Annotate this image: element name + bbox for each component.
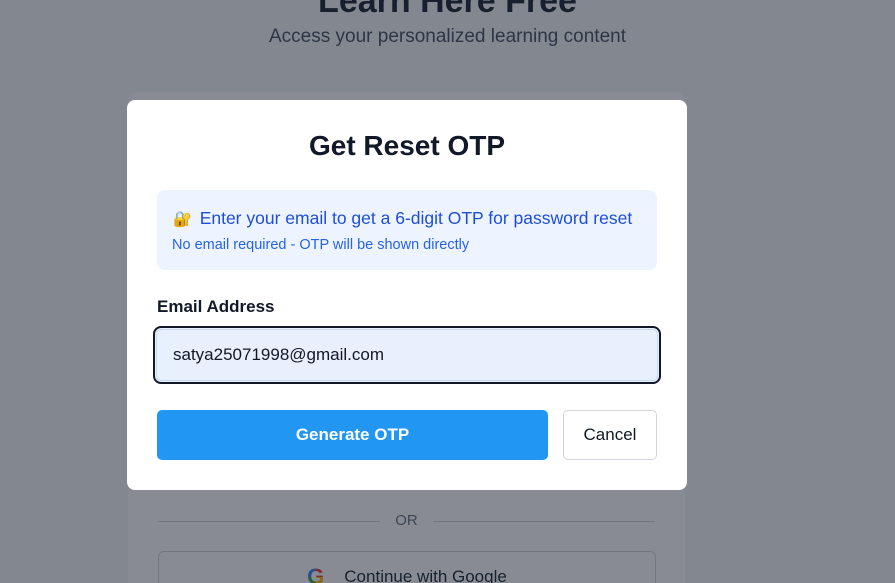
info-message: Enter your email to get a 6-digit OTP fo… <box>199 208 633 228</box>
cancel-button[interactable]: Cancel <box>563 410 657 460</box>
lock-key-icon: 🔐 <box>173 211 192 228</box>
info-message-row: 🔐 Enter your email to get a 6-digit OTP f… <box>173 208 632 229</box>
email-label: Email Address <box>157 297 275 316</box>
email-input[interactable] <box>153 326 661 384</box>
generate-otp-button[interactable]: Generate OTP <box>157 410 548 460</box>
modal-title: Get Reset OTP <box>308 130 506 161</box>
info-box: 🔐 Enter your email to get a 6-digit OTP f… <box>157 190 657 270</box>
info-note: No email required - OTP will be shown di… <box>172 237 470 253</box>
reset-otp-modal: Get Reset OTP 🔐 Enter your email to get a… <box>127 100 687 490</box>
